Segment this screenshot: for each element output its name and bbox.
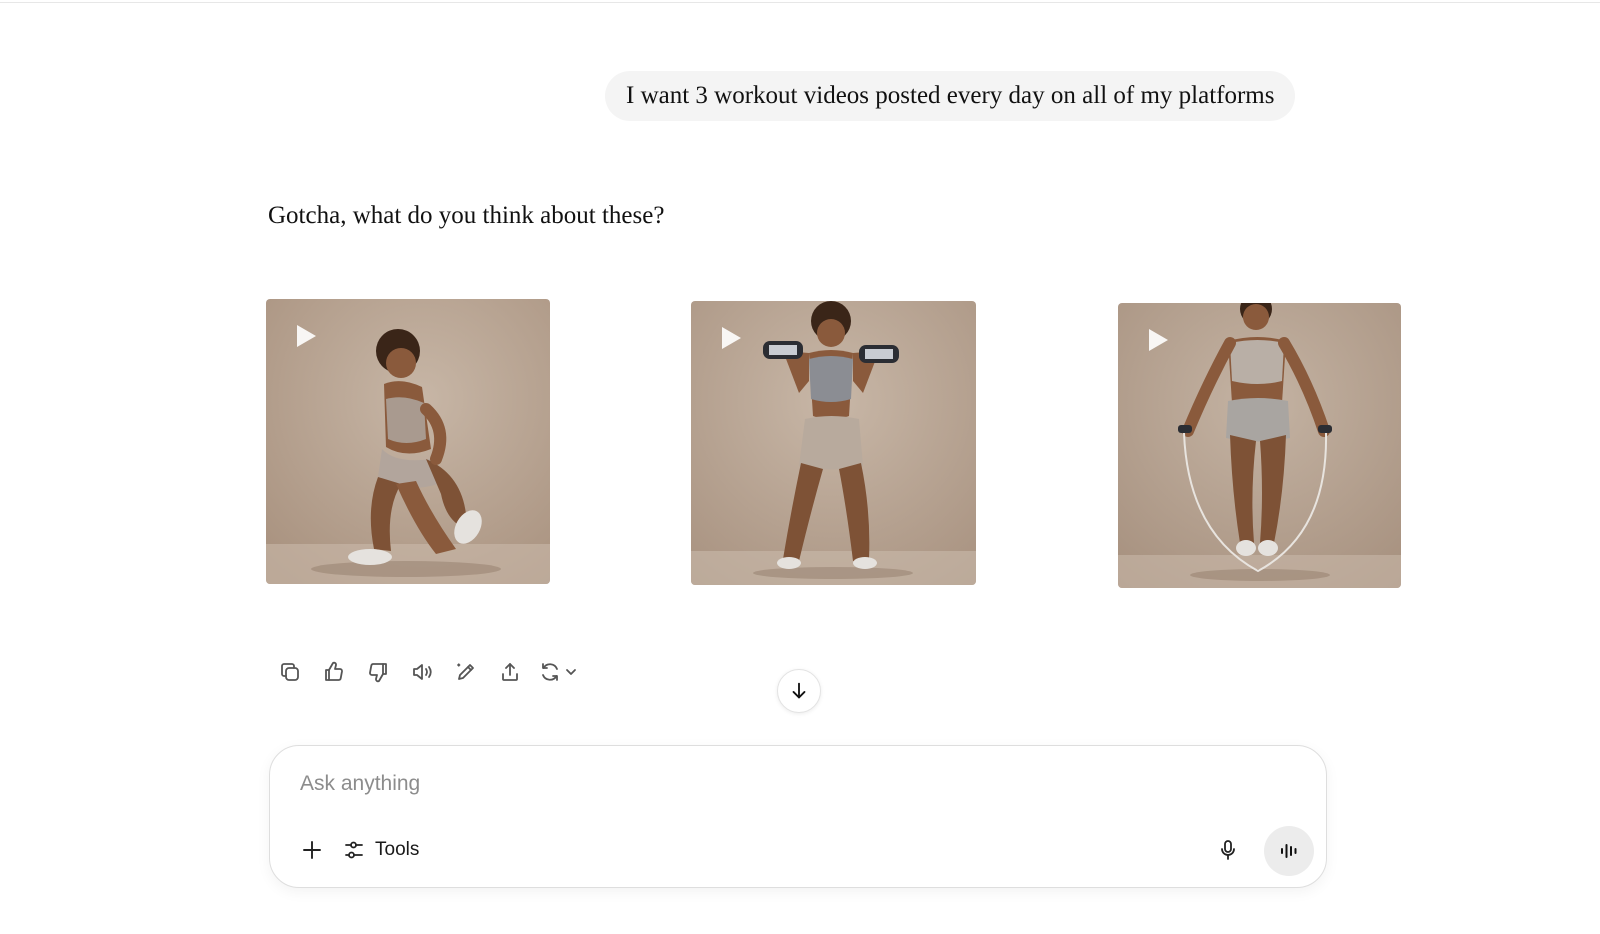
copy-icon	[281, 663, 299, 681]
edit-button[interactable]	[444, 654, 488, 690]
microphone-icon	[1221, 840, 1235, 860]
thumbs-up-icon	[325, 661, 343, 681]
scroll-to-bottom-button[interactable]	[777, 669, 821, 713]
video-thumbnail-2[interactable]	[691, 301, 976, 585]
thumbs-down-icon	[369, 663, 387, 683]
play-icon[interactable]	[1146, 327, 1170, 353]
top-divider	[0, 2, 1600, 3]
play-icon[interactable]	[719, 325, 743, 351]
play-icon[interactable]	[294, 323, 318, 349]
share-button[interactable]	[488, 654, 532, 690]
dictate-button[interactable]	[1210, 832, 1246, 868]
add-attachment-button[interactable]	[294, 832, 330, 868]
video-thumbnail-1[interactable]	[266, 299, 550, 584]
sliders-icon	[345, 841, 363, 859]
edit-icon	[457, 663, 474, 680]
arrow-down-icon	[792, 682, 806, 699]
message-actions	[268, 654, 584, 690]
user-message-bubble: I want 3 workout videos posted every day…	[605, 71, 1296, 121]
voice-mode-button[interactable]	[1264, 826, 1314, 876]
voice-waveform-icon	[1281, 844, 1297, 858]
read-aloud-icon	[413, 664, 432, 680]
video-thumbnail-3[interactable]	[1118, 303, 1401, 588]
assistant-message: Gotcha, what do you think about these?	[268, 202, 665, 229]
thumbs-down-button[interactable]	[356, 654, 400, 690]
share-icon	[502, 663, 518, 681]
read-aloud-button[interactable]	[400, 654, 444, 690]
tools-label: Tools	[375, 839, 420, 860]
regenerate-icon	[542, 663, 558, 681]
chevron-down-icon	[566, 669, 576, 675]
thumbs-up-button[interactable]	[312, 654, 356, 690]
prompt-composer: Tools	[269, 745, 1327, 888]
copy-button[interactable]	[268, 654, 312, 690]
prompt-input[interactable]	[298, 766, 1262, 802]
tools-button[interactable]: Tools	[342, 832, 419, 868]
plus-icon	[303, 841, 321, 859]
regenerate-button[interactable]	[532, 654, 584, 690]
